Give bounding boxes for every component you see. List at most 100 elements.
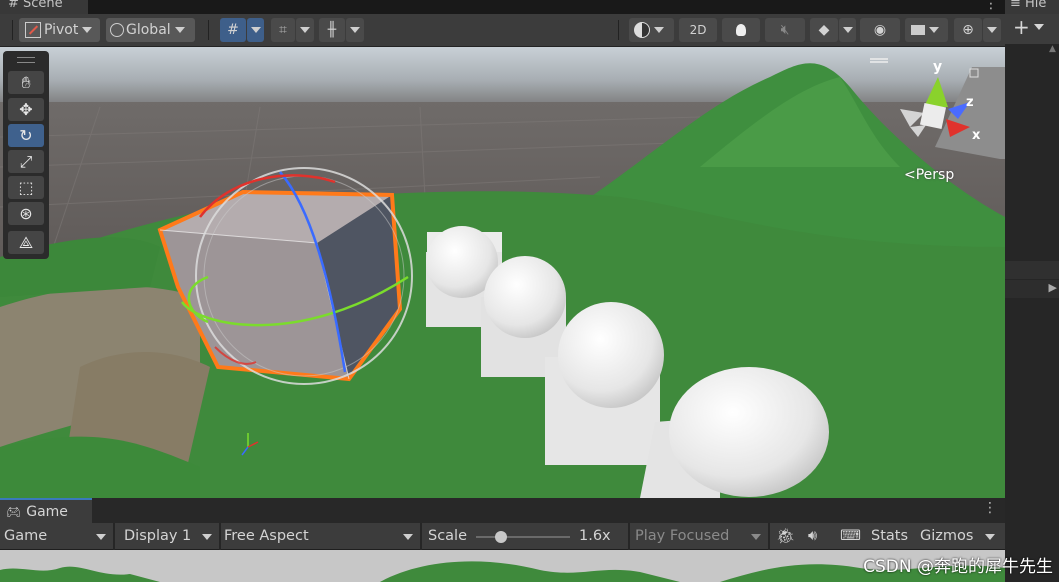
draw-mode-dropdown[interactable] <box>629 18 674 42</box>
rect-icon: ⬚ <box>18 178 34 197</box>
lighting-toggle-button[interactable] <box>722 18 760 42</box>
axis-x-label: x <box>972 128 981 143</box>
scale-slider-thumb[interactable] <box>495 531 508 543</box>
2d-toggle-button[interactable]: 2D <box>679 18 717 42</box>
hand-icon: ✋︎ <box>21 72 31 92</box>
scale-value: 1.6x <box>579 525 611 547</box>
scale-label-text: Scale <box>428 528 468 544</box>
game-mode-dropdown[interactable]: Game <box>4 525 112 547</box>
hidden-objects-button[interactable]: ◉ <box>860 18 900 42</box>
scene-tab[interactable]: # Scene <box>0 0 88 14</box>
persp-label: Persp <box>915 167 955 183</box>
increment-snap-icon: ⌗ <box>279 22 287 38</box>
grid-snap-icon: # <box>227 22 239 38</box>
ruler-button[interactable]: ╫ <box>319 18 345 42</box>
scale-label: Scale <box>428 525 467 547</box>
axis-y-label: y <box>933 59 942 75</box>
pivot-dropdown[interactable]: Pivot <box>19 18 100 42</box>
scene-tab-more-icon[interactable]: ⋮ <box>984 0 998 12</box>
effects-dropdown[interactable] <box>839 18 856 42</box>
speaker-icon: 🔊︎ <box>808 528 818 544</box>
add-object-button[interactable]: + <box>1013 15 1044 39</box>
hierarchy-tab[interactable]: ≡ Hie <box>1005 0 1059 14</box>
hierarchy-row-highlight <box>1005 261 1059 279</box>
game-tab-strip <box>0 498 1005 523</box>
shortcuts-button[interactable]: ⌨ <box>840 525 861 547</box>
scene-tab-strip <box>0 0 1005 14</box>
increment-snap-dropdown[interactable] <box>296 18 314 42</box>
scale-tool-button[interactable]: ⤢ <box>8 150 44 173</box>
aspect-dropdown[interactable]: Free Aspect <box>224 525 419 547</box>
transform-tool-button[interactable]: ⊛ <box>8 202 44 225</box>
rect-tool-button[interactable]: ⬚ <box>8 176 44 199</box>
game-tab-more-icon[interactable]: ⋮ <box>983 500 997 516</box>
rotate-tool-button[interactable]: ↻ <box>8 124 44 147</box>
display-dropdown[interactable]: Display 1 <box>124 525 218 547</box>
global-label: Global <box>126 22 171 38</box>
grid-snap-dropdown[interactable] <box>247 18 264 42</box>
tools-overlay: ✋︎ ✥ ↻ ⤢ ⬚ ⊛ ⟁ <box>3 51 49 259</box>
hierarchy-tab-label: Hie <box>1025 0 1047 11</box>
hierarchy-row[interactable]: ▶ <box>1005 280 1059 298</box>
play-mode-dropdown[interactable]: Play Focused <box>635 525 767 547</box>
keyboard-icon: ⌨ <box>840 528 861 544</box>
stats-label: Stats <box>871 528 909 544</box>
plus-icon: + <box>1013 15 1030 39</box>
pivot-label: Pivot <box>44 22 79 38</box>
game-toolbar: Game Display 1 Free Aspect Scale 1.6x Pl… <box>0 523 1005 550</box>
axis-z-label: z <box>966 95 974 110</box>
mute-audio-button[interactable]: 🔊︎ <box>808 525 817 547</box>
gizmo-icon: ⊕ <box>962 22 974 38</box>
camera-settings-dropdown[interactable] <box>905 18 948 42</box>
gizmos-dropdown-game[interactable] <box>981 525 1001 547</box>
game-view[interactable] <box>0 550 1005 582</box>
ruler-icon: ╫ <box>327 22 337 38</box>
ruler-dropdown[interactable] <box>346 18 364 42</box>
game-mode-label: Game <box>4 528 48 544</box>
custom-tool-button[interactable]: ⟁ <box>8 231 44 254</box>
gizmos-toggle-button[interactable]: ⊕ <box>954 18 982 42</box>
hand-tool-button[interactable]: ✋︎ <box>8 71 44 94</box>
gizmos-label: Gizmos <box>920 528 974 544</box>
stats-button[interactable]: Stats <box>871 525 908 547</box>
scene-tab-label: # Scene <box>8 0 63 11</box>
gizmos-dropdown[interactable] <box>983 18 1001 42</box>
gizmos-button[interactable]: Gizmos <box>920 525 973 547</box>
hierarchy-scrollbar[interactable]: ▲ <box>1049 44 1059 54</box>
increment-snap-button[interactable]: ⌗ <box>271 18 295 42</box>
bug-icon: 🐞︎ <box>776 527 796 545</box>
frame-debugger-button[interactable]: 🐞︎ <box>776 525 795 547</box>
game-tab[interactable]: 🎮︎ Game <box>0 498 92 523</box>
scene-viewport[interactable]: y z x <Persp <box>0 47 1005 498</box>
scale-value-text: 1.6x <box>579 528 611 544</box>
expand-icon: ▶ <box>1048 281 1057 294</box>
scale-icon: ⤢ <box>19 151 33 171</box>
grid-snap-button[interactable]: # <box>220 18 246 42</box>
shading-icon <box>634 22 650 38</box>
projection-toggle[interactable]: <Persp <box>904 167 954 183</box>
pivot-icon <box>25 22 41 38</box>
2d-label: 2D <box>689 23 707 37</box>
scene-render: y z x <box>0 47 1005 498</box>
hierarchy-toolbar: + <box>1005 14 1059 44</box>
display-label: Display 1 <box>124 528 192 544</box>
global-dropdown[interactable]: Global <box>106 18 195 42</box>
audio-mute-icon: 🔇︎ <box>780 22 790 38</box>
audio-toggle-button[interactable]: 🔇︎ <box>765 18 805 42</box>
transform-icon: ⊛ <box>19 204 33 223</box>
rotate-icon: ↻ <box>19 126 33 145</box>
eye-slash-icon: ◉ <box>873 22 887 38</box>
move-tool-button[interactable]: ✥ <box>8 98 44 121</box>
aspect-label: Free Aspect <box>224 528 309 544</box>
game-tab-label: Game <box>26 503 68 520</box>
effects-button[interactable]: ◆ <box>810 18 838 42</box>
move-icon: ✥ <box>19 100 33 119</box>
scale-slider-track[interactable] <box>476 536 570 538</box>
scene-toolbar: Pivot Global # ⌗ ╫ 2D 🔇︎ ◆ ◉ ⊕ <box>0 14 1005 47</box>
tools-drag-handle[interactable] <box>17 57 35 63</box>
camera-icon <box>911 25 925 35</box>
custom-tool-icon: ⟁ <box>18 232 34 252</box>
watermark: CSDN @奔跑的犀牛先生 <box>863 557 1053 577</box>
effects-icon: ◆ <box>818 22 830 38</box>
light-bulb-icon <box>736 24 746 36</box>
